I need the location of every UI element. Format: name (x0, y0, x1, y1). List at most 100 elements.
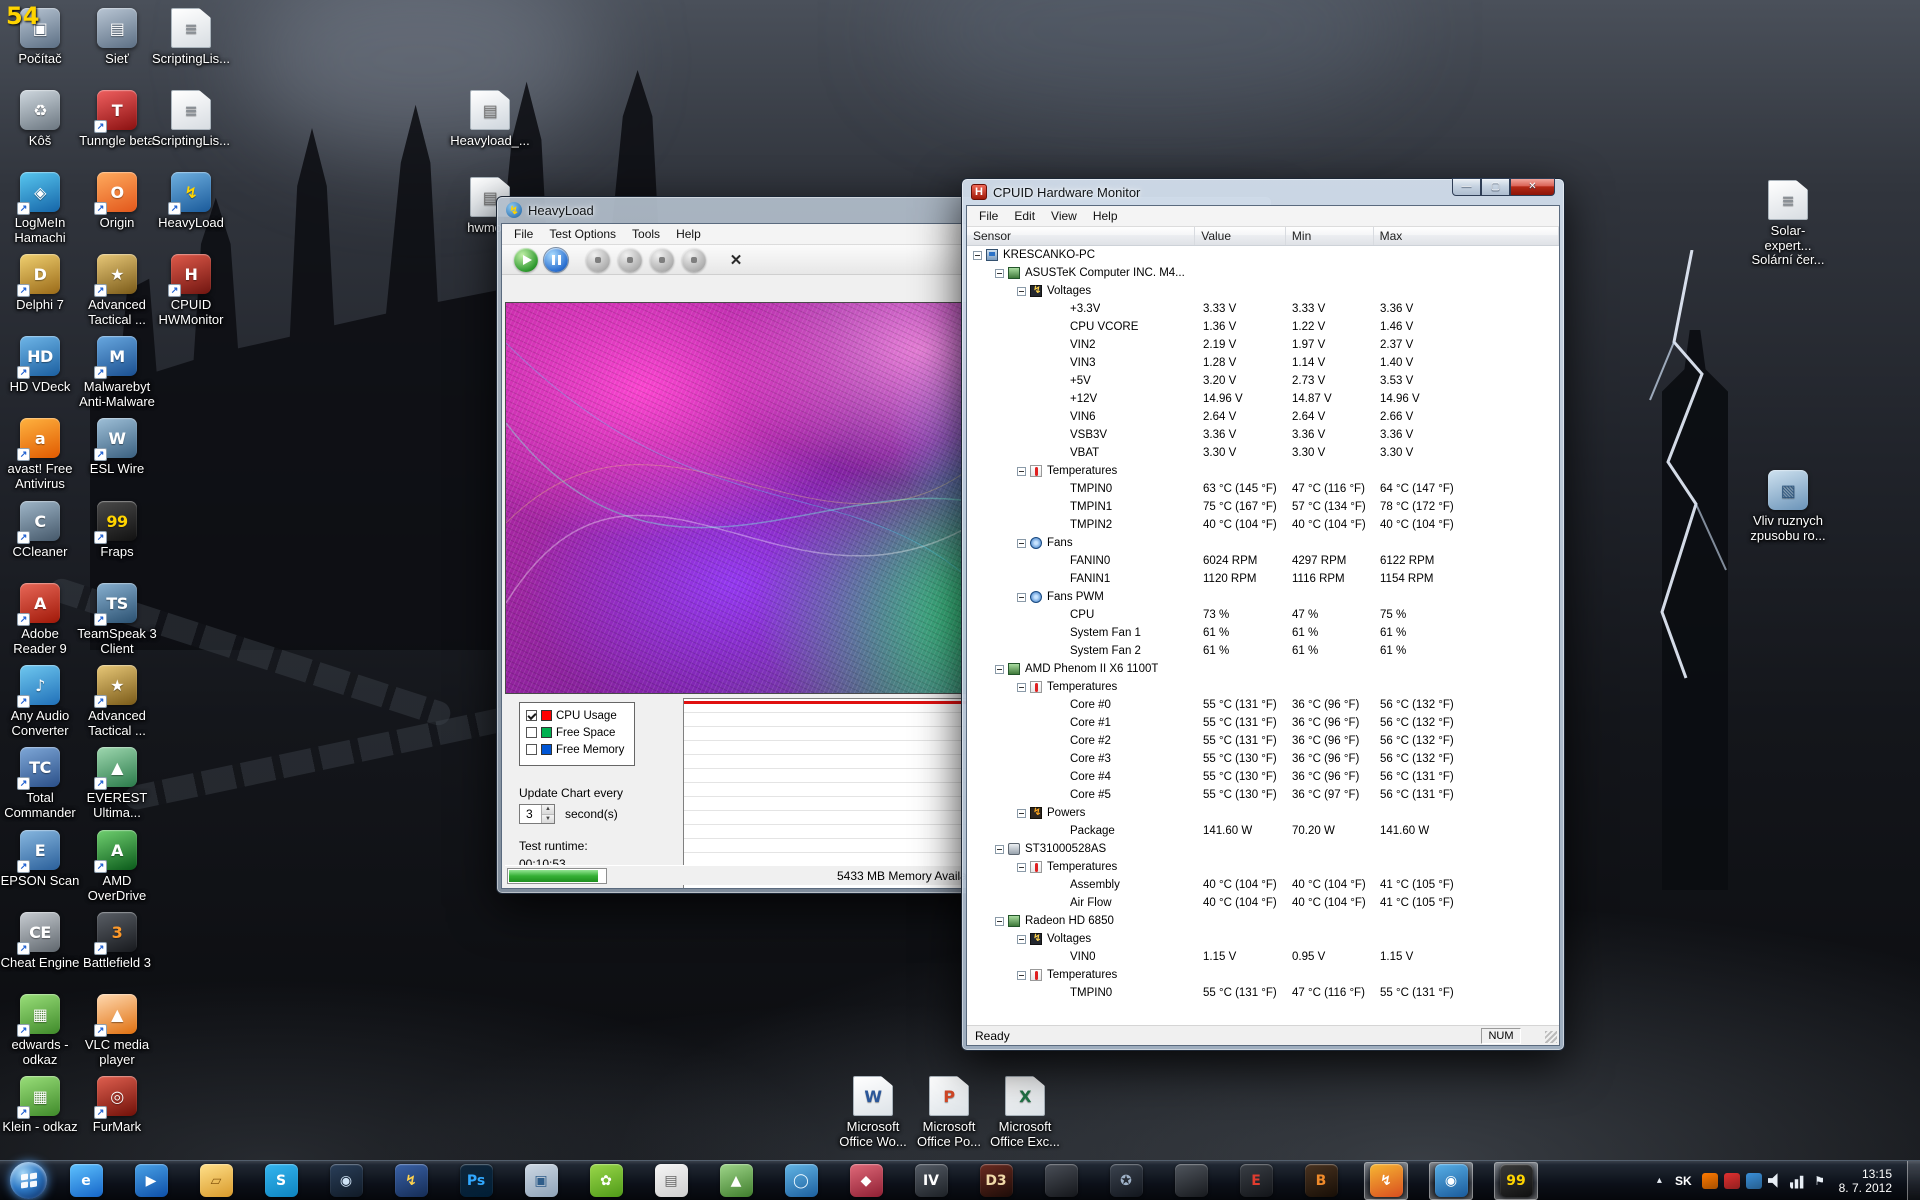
desktop-icon-vliv-ruznych[interactable]: ▧Vliv ruznych zpusobu ro... (1748, 470, 1828, 543)
legend-checkbox-free-space[interactable] (526, 727, 537, 738)
language-indicator[interactable]: SK (1672, 1174, 1695, 1188)
options-tool-button[interactable] (650, 248, 674, 272)
tree-collapse-button[interactable] (973, 251, 982, 260)
sensor-row[interactable]: Core #155 °C (131 °F)36 °C (96 °F)56 °C … (967, 714, 1559, 732)
desktop-icon-total-commander[interactable]: TC↗Total Commander (0, 747, 80, 820)
taskbar-app-fraps-running[interactable]: 99 (1494, 1162, 1538, 1200)
desktop-icon-advanced-tactical-2[interactable]: ★↗Advanced Tactical ... (77, 665, 157, 738)
taskbar-app-windows-explorer[interactable]: ▱ (194, 1162, 238, 1200)
taskbar-app-everest[interactable]: ▲ (714, 1162, 758, 1200)
desktop-icon-furmark[interactable]: ◎↗FurMark (77, 1076, 157, 1135)
desktop-icon-vlc-media-player[interactable]: ▲↗VLC media player (77, 994, 157, 1067)
sensor-row[interactable]: Core #055 °C (131 °F)36 °C (96 °F)56 °C … (967, 696, 1559, 714)
desktop-icon-ccleaner[interactable]: C↗CCleaner (0, 501, 80, 560)
taskbar-app-game-dark-3[interactable] (1169, 1162, 1213, 1200)
legend-checkbox-free-memory[interactable] (526, 744, 537, 755)
hwmonitor-titlebar[interactable]: H CPUID Hardware Monitor — ▢ ✕ (962, 179, 1564, 205)
taskbar-app-media-player[interactable]: ▶ (129, 1162, 173, 1200)
desktop-icon-cheat-engine[interactable]: CE↗Cheat Engine (0, 912, 80, 971)
desktop-icon-malwarebytes[interactable]: M↗Malwarebyt Anti-Malware (77, 336, 157, 409)
clock[interactable]: 13:15 8. 7. 2012 (1839, 1167, 1892, 1195)
column-header-value[interactable]: Value (1195, 227, 1286, 245)
sensor-row[interactable]: VIN62.64 V2.64 V2.66 V (967, 408, 1559, 426)
tray-network-icon[interactable] (1790, 1173, 1806, 1189)
desktop-icon-heavyload-installer[interactable]: ▤Heavyload_... (450, 90, 530, 149)
sensor-row[interactable]: VIN31.28 V1.14 V1.40 V (967, 354, 1559, 372)
sensor-row[interactable]: Fans (967, 534, 1559, 552)
taskbar-app-skype[interactable]: S (259, 1162, 303, 1200)
desktop-icon-everest-ultimate[interactable]: ▲↗EVEREST Ultima... (77, 747, 157, 820)
tree-collapse-button[interactable] (1017, 935, 1026, 944)
tree-collapse-button[interactable] (995, 269, 1004, 278)
tray-app-blue-icon[interactable] (1746, 1173, 1762, 1189)
tree-collapse-button[interactable] (1017, 287, 1026, 296)
sensor-row[interactable]: VIN01.15 V0.95 V1.15 V (967, 948, 1559, 966)
sensor-row[interactable]: Core #355 °C (130 °F)36 °C (96 °F)56 °C … (967, 750, 1559, 768)
sensor-row[interactable]: TMPIN055 °C (131 °F)47 °C (116 °F)55 °C … (967, 984, 1559, 1002)
column-header-min[interactable]: Min (1286, 227, 1374, 245)
sensor-row[interactable]: ST31000528AS (967, 840, 1559, 858)
sensor-row[interactable]: System Fan 161 %61 %61 % (967, 624, 1559, 642)
taskbar-app-icq[interactable]: ✿ (584, 1162, 628, 1200)
hwmonitor-menu-view[interactable]: View (1043, 207, 1085, 225)
tree-collapse-button[interactable] (1017, 467, 1026, 476)
sensor-row[interactable]: Powers (967, 804, 1559, 822)
tree-collapse-button[interactable] (995, 917, 1004, 926)
sensor-row[interactable]: FANIN06024 RPM4297 RPM6122 RPM (967, 552, 1559, 570)
spinner-arrows[interactable]: ▲▼ (541, 805, 554, 823)
tray-app-red-icon[interactable] (1724, 1173, 1740, 1189)
desktop-icon-heavyload[interactable]: ↯↗HeavyLoad (151, 172, 231, 231)
start-test-button[interactable] (514, 248, 538, 272)
hwmonitor-window[interactable]: H CPUID Hardware Monitor — ▢ ✕ FileEditV… (961, 178, 1565, 1051)
taskbar-app-app-b-orange[interactable]: B (1299, 1162, 1343, 1200)
taskbar-app-gta-iv[interactable]: IV (909, 1162, 953, 1200)
legend-checkbox-cpu-usage[interactable] (526, 710, 537, 721)
sensor-row[interactable]: Core #455 °C (130 °F)36 °C (96 °F)56 °C … (967, 768, 1559, 786)
taskbar-app-heavyload-running[interactable]: ↯ (1364, 1162, 1408, 1200)
sensor-row[interactable]: VSB3V3.36 V3.36 V3.36 V (967, 426, 1559, 444)
hwmonitor-menu-help[interactable]: Help (1085, 207, 1126, 225)
desktop-icon-office-word-doc[interactable]: WMicrosoft Office Wo... (833, 1076, 913, 1149)
taskbar-app-notes-app[interactable]: ▤ (649, 1162, 693, 1200)
desktop-icon-office-excel-doc[interactable]: XMicrosoft Office Exc... (985, 1076, 1065, 1149)
sensor-row[interactable]: AMD Phenom II X6 1100T (967, 660, 1559, 678)
sensor-row[interactable]: Core #255 °C (131 °F)36 °C (96 °F)56 °C … (967, 732, 1559, 750)
desktop-icon-avast-free-antivirus[interactable]: a↗avast! Free Antivirus (0, 418, 80, 491)
tree-collapse-button[interactable] (1017, 683, 1026, 692)
close-button[interactable]: ✕ (1510, 178, 1555, 196)
sensor-row[interactable]: Temperatures (967, 966, 1559, 984)
desktop-icon-battlefield-3[interactable]: 3↗Battlefield 3 (77, 912, 157, 971)
sensor-row[interactable]: Fans PWM (967, 588, 1559, 606)
desktop-icon-origin[interactable]: O↗Origin (77, 172, 157, 231)
sensor-row[interactable]: TMPIN175 °C (167 °F)57 °C (134 °F)78 °C … (967, 498, 1559, 516)
taskbar-app-diablo-3[interactable]: D3 (974, 1162, 1018, 1200)
taskbar-app-internet-explorer[interactable]: e (64, 1162, 108, 1200)
desktop-icon-fraps[interactable]: 99↗Fraps (77, 501, 157, 560)
sensor-row[interactable]: +3.3V3.33 V3.33 V3.36 V (967, 300, 1559, 318)
tray-volume-icon[interactable] (1768, 1173, 1784, 1189)
save-tool-button[interactable] (618, 248, 642, 272)
desktop-icon-tunngle-beta[interactable]: T↗Tunngle beta (77, 90, 157, 149)
tree-collapse-button[interactable] (1017, 809, 1026, 818)
taskbar-app-app-e-red[interactable]: E (1234, 1162, 1278, 1200)
tree-collapse-button[interactable] (1017, 539, 1026, 548)
sensor-row[interactable]: CPU VCORE1.36 V1.22 V1.46 V (967, 318, 1559, 336)
desktop-icon-advanced-tactical-1[interactable]: ★↗Advanced Tactical ... (77, 254, 157, 327)
sensor-row[interactable]: VIN22.19 V1.97 V2.37 V (967, 336, 1559, 354)
sensor-row[interactable]: Core #555 °C (130 °F)36 °C (97 °F)56 °C … (967, 786, 1559, 804)
taskbar-app-app-orb[interactable]: ◯ (779, 1162, 823, 1200)
resize-grip[interactable] (1545, 1031, 1557, 1043)
desktop-icon-amd-overdrive[interactable]: A↗AMD OverDrive (77, 830, 157, 903)
heavyload-menu-tools[interactable]: Tools (624, 225, 668, 243)
heavyload-menu-test-options[interactable]: Test Options (541, 225, 624, 243)
sensor-row[interactable]: Temperatures (967, 678, 1559, 696)
sensor-row[interactable]: Radeon HD 6850 (967, 912, 1559, 930)
taskbar-app-photo-viewer[interactable]: ▣ (519, 1162, 563, 1200)
desktop-icon-cpuid-hwmonitor[interactable]: H↗CPUID HWMonitor (151, 254, 231, 327)
tree-collapse-button[interactable] (995, 665, 1004, 674)
info-tool-button[interactable] (682, 248, 706, 272)
desktop-icon-scriptinglist-2[interactable]: ≡ScriptingLis... (151, 90, 231, 149)
desktop-icon-office-powerpoint-doc[interactable]: PMicrosoft Office Po... (909, 1076, 989, 1149)
sensor-row[interactable]: Air Flow40 °C (104 °F)40 °C (104 °F)41 °… (967, 894, 1559, 912)
taskbar-app-steam[interactable]: ◉ (324, 1162, 368, 1200)
